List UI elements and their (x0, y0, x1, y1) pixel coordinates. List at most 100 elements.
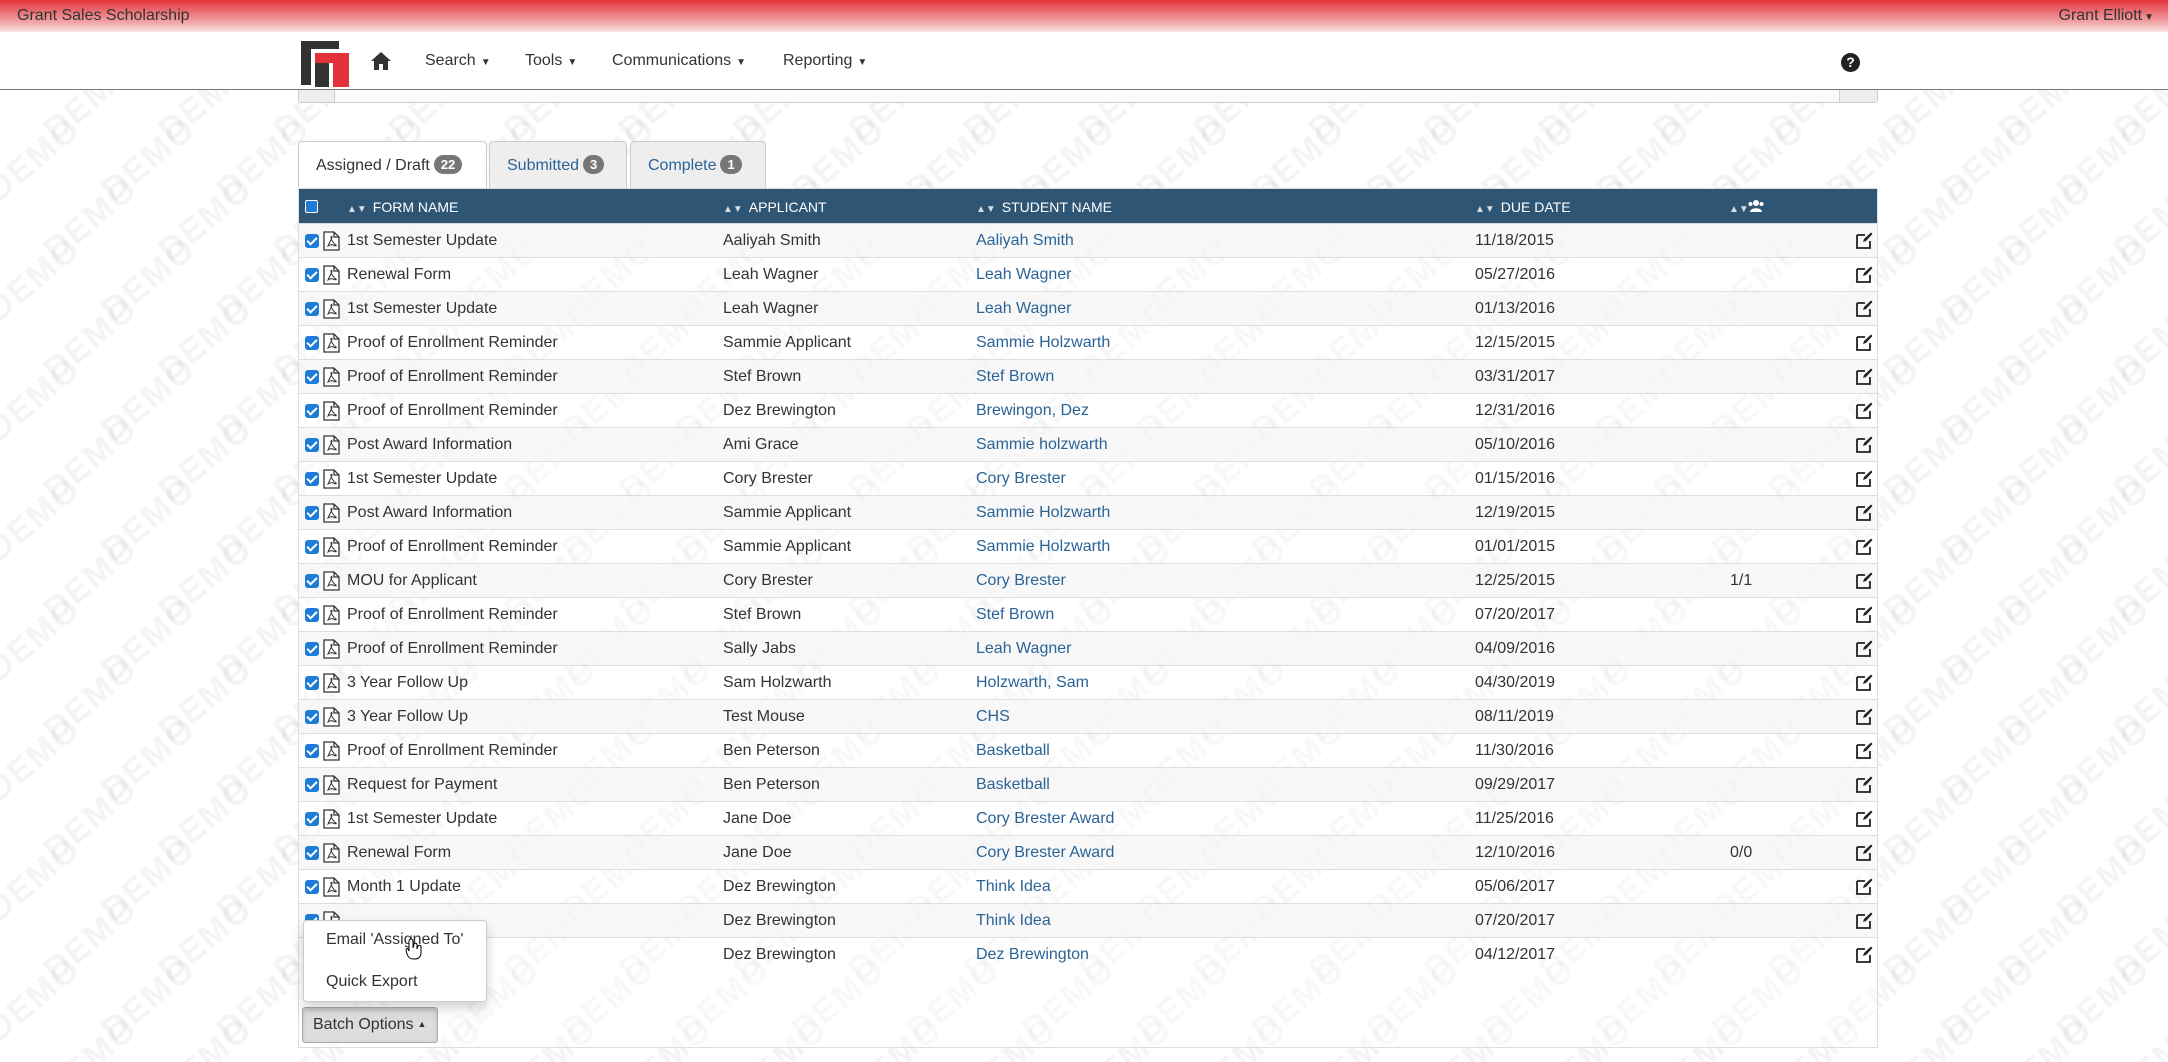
pdf-file-icon[interactable] (323, 707, 340, 727)
row-checkbox[interactable] (305, 540, 319, 554)
nav-tools[interactable]: Tools ▼ (525, 52, 577, 70)
edit-icon[interactable] (1856, 810, 1873, 827)
user-menu[interactable]: Grant Elliott ▼ (2059, 7, 2155, 25)
pdf-file-icon[interactable] (323, 571, 340, 591)
edit-icon[interactable] (1856, 368, 1873, 385)
tab-assigned-draft[interactable]: Assigned / Draft 22 (298, 141, 487, 189)
col-applicant[interactable]: ▲▼ APPLICANT (723, 199, 827, 215)
form-name[interactable]: 1st Semester Update (347, 300, 497, 318)
row-checkbox[interactable] (305, 506, 319, 520)
form-name[interactable]: 1st Semester Update (347, 810, 497, 828)
pdf-file-icon[interactable] (323, 469, 340, 489)
student-name-link[interactable]: Stef Brown (976, 368, 1054, 386)
row-checkbox[interactable] (305, 846, 319, 860)
row-checkbox[interactable] (305, 404, 319, 418)
student-name-link[interactable]: Think Idea (976, 878, 1051, 896)
edit-icon[interactable] (1856, 640, 1873, 657)
edit-icon[interactable] (1856, 572, 1873, 589)
pdf-file-icon[interactable] (323, 503, 340, 523)
row-checkbox[interactable] (305, 778, 319, 792)
row-checkbox[interactable] (305, 608, 319, 622)
edit-icon[interactable] (1856, 300, 1873, 317)
row-checkbox[interactable] (305, 676, 319, 690)
edit-icon[interactable] (1856, 402, 1873, 419)
form-name[interactable]: Renewal Form (347, 844, 451, 862)
edit-icon[interactable] (1856, 674, 1873, 691)
edit-icon[interactable] (1856, 878, 1873, 895)
edit-icon[interactable] (1856, 334, 1873, 351)
logo-icon[interactable] (299, 37, 351, 89)
student-name-link[interactable]: Aaliyah Smith (976, 232, 1074, 250)
form-name[interactable]: Proof of Enrollment Reminder (347, 402, 558, 420)
form-name[interactable]: 1st Semester Update (347, 232, 497, 250)
edit-icon[interactable] (1856, 470, 1873, 487)
student-name-link[interactable]: Basketball (976, 776, 1050, 794)
pdf-file-icon[interactable] (323, 367, 340, 387)
edit-icon[interactable] (1856, 912, 1873, 929)
row-checkbox[interactable] (305, 370, 319, 384)
pdf-file-icon[interactable] (323, 843, 340, 863)
student-name-link[interactable]: Stef Brown (976, 606, 1054, 624)
form-name[interactable]: Proof of Enrollment Reminder (347, 640, 558, 658)
tab-complete[interactable]: Complete 1 (630, 141, 766, 188)
student-name-link[interactable]: Sammie Holzwarth (976, 504, 1110, 522)
student-name-link[interactable]: Leah Wagner (976, 266, 1071, 284)
col-student-name[interactable]: ▲▼ STUDENT NAME (976, 199, 1112, 215)
pdf-file-icon[interactable] (323, 673, 340, 693)
form-name[interactable]: 1st Semester Update (347, 470, 497, 488)
row-checkbox[interactable] (305, 812, 319, 826)
student-name-link[interactable]: Cory Brester Award (976, 810, 1114, 828)
edit-icon[interactable] (1856, 606, 1873, 623)
row-checkbox[interactable] (305, 302, 319, 316)
form-name[interactable]: Post Award Information (347, 436, 512, 454)
row-checkbox[interactable] (305, 744, 319, 758)
student-name-link[interactable]: Brewingon, Dez (976, 402, 1089, 420)
row-checkbox[interactable] (305, 880, 319, 894)
help-icon[interactable]: ? (1841, 53, 1860, 72)
row-checkbox[interactable] (305, 438, 319, 452)
student-name-link[interactable]: CHS (976, 708, 1010, 726)
form-name[interactable]: Proof of Enrollment Reminder (347, 368, 558, 386)
pdf-file-icon[interactable] (323, 775, 340, 795)
form-name[interactable]: Proof of Enrollment Reminder (347, 742, 558, 760)
edit-icon[interactable] (1856, 504, 1873, 521)
student-name-link[interactable]: Dez Brewington (976, 946, 1089, 964)
col-form-name[interactable]: ▲▼ FORM NAME (347, 199, 458, 215)
form-name[interactable]: Post Award Information (347, 504, 512, 522)
edit-icon[interactable] (1856, 232, 1873, 249)
edit-icon[interactable] (1856, 776, 1873, 793)
edit-icon[interactable] (1856, 538, 1873, 555)
student-name-link[interactable]: Basketball (976, 742, 1050, 760)
edit-icon[interactable] (1856, 266, 1873, 283)
row-checkbox[interactable] (305, 642, 319, 656)
student-name-link[interactable]: Sammie Holzwarth (976, 334, 1110, 352)
nav-communications[interactable]: Communications ▼ (612, 52, 746, 70)
form-name[interactable]: Renewal Form (347, 266, 451, 284)
home-icon[interactable] (370, 51, 392, 71)
pdf-file-icon[interactable] (323, 639, 340, 659)
nav-reporting[interactable]: Reporting ▼ (783, 52, 867, 70)
edit-icon[interactable] (1856, 436, 1873, 453)
select-all-checkbox[interactable] (305, 200, 318, 213)
student-name-link[interactable]: Cory Brester Award (976, 844, 1114, 862)
form-name[interactable]: 3 Year Follow Up (347, 674, 468, 692)
pdf-file-icon[interactable] (323, 231, 340, 251)
pdf-file-icon[interactable] (323, 401, 340, 421)
pdf-file-icon[interactable] (323, 537, 340, 557)
form-name[interactable]: Proof of Enrollment Reminder (347, 606, 558, 624)
form-name[interactable]: Request for Payment (347, 776, 497, 794)
form-name[interactable]: MOU for Applicant (347, 572, 477, 590)
pdf-file-icon[interactable] (323, 741, 340, 761)
edit-icon[interactable] (1856, 946, 1873, 963)
pdf-file-icon[interactable] (323, 877, 340, 897)
student-name-link[interactable]: Cory Brester (976, 572, 1066, 590)
pdf-file-icon[interactable] (323, 265, 340, 285)
form-name[interactable]: Proof of Enrollment Reminder (347, 334, 558, 352)
search-bar-partial[interactable] (298, 90, 1878, 103)
form-name[interactable]: 3 Year Follow Up (347, 708, 468, 726)
row-checkbox[interactable] (305, 268, 319, 282)
row-checkbox[interactable] (305, 234, 319, 248)
menu-quick-export[interactable]: Quick Export (326, 973, 418, 991)
student-name-link[interactable]: Sammie Holzwarth (976, 538, 1110, 556)
edit-icon[interactable] (1856, 844, 1873, 861)
